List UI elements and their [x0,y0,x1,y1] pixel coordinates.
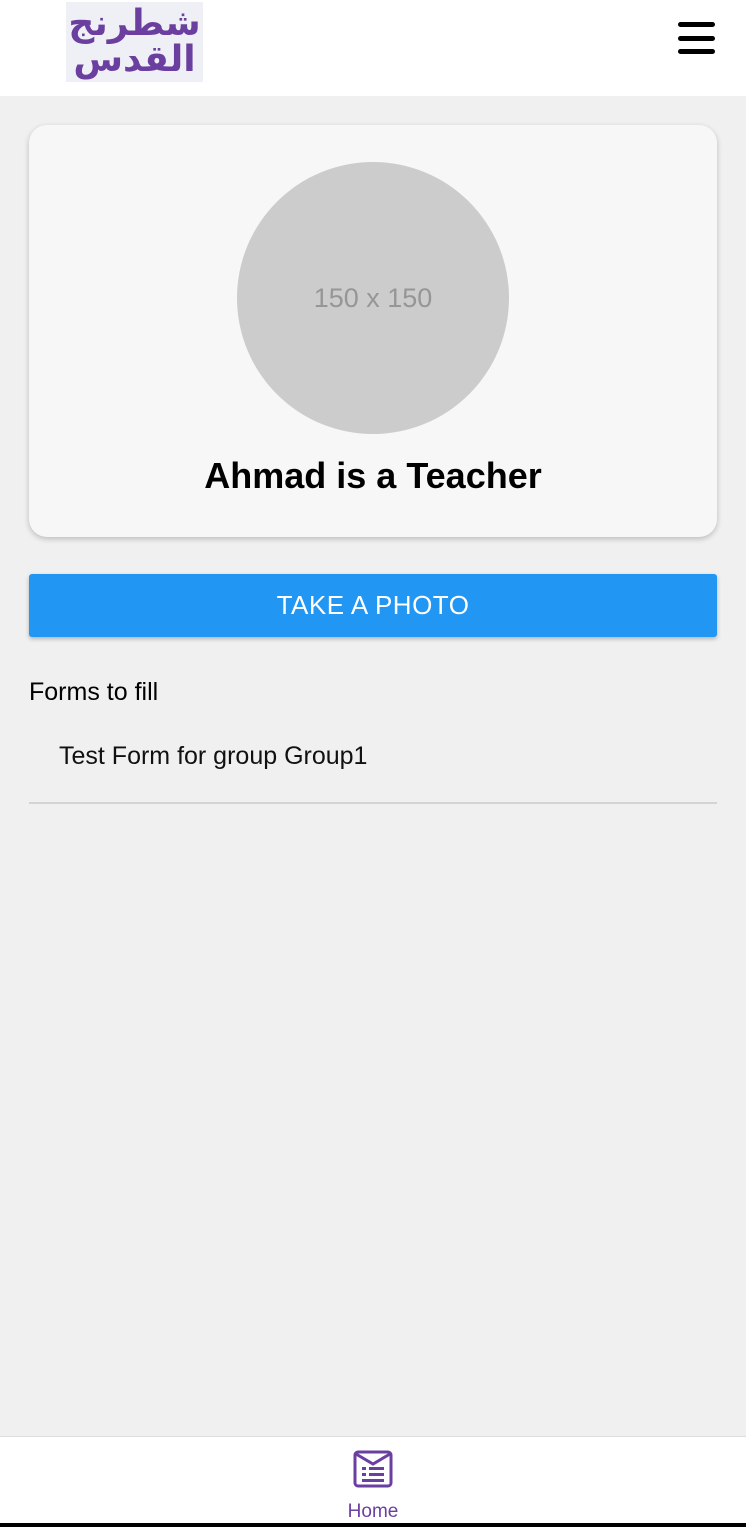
app-header: شطرنج القدس [0,0,746,96]
app-screen: شطرنج القدس 150 x 150 Ahmad is a Teacher… [0,0,746,1527]
form-list-icon [353,1450,393,1488]
bottom-navigation: Home [0,1436,746,1524]
logo-line-2: القدس [73,39,196,80]
avatar-placeholder-text: 150 x 150 [313,282,433,313]
avatar: 150 x 150 [237,162,509,434]
menu-bar-middle [678,35,715,41]
menu-bar-top [678,22,715,27]
nav-item-home[interactable]: Home [323,1443,423,1525]
nav-item-home-label: Home [347,1501,399,1522]
screen-bottom-edge [0,1523,746,1527]
forms-section-title: Forms to fill [29,678,159,706]
app-logo[interactable]: شطرنج القدس [66,2,203,82]
logo-line-1: شطرنج [68,3,201,44]
profile-title: Ahmad is a Teacher [204,455,542,496]
form-list-item[interactable]: Test Form for group Group1 [29,728,717,804]
logo-text: شطرنج القدس [66,2,203,82]
take-photo-button[interactable]: TAKE A PHOTO [29,574,717,637]
profile-card: 150 x 150 Ahmad is a Teacher [29,125,717,537]
hamburger-menu-icon[interactable] [678,22,718,54]
form-list-item-label: Test Form for group Group1 [59,742,368,770]
menu-bar-bottom [678,49,715,54]
